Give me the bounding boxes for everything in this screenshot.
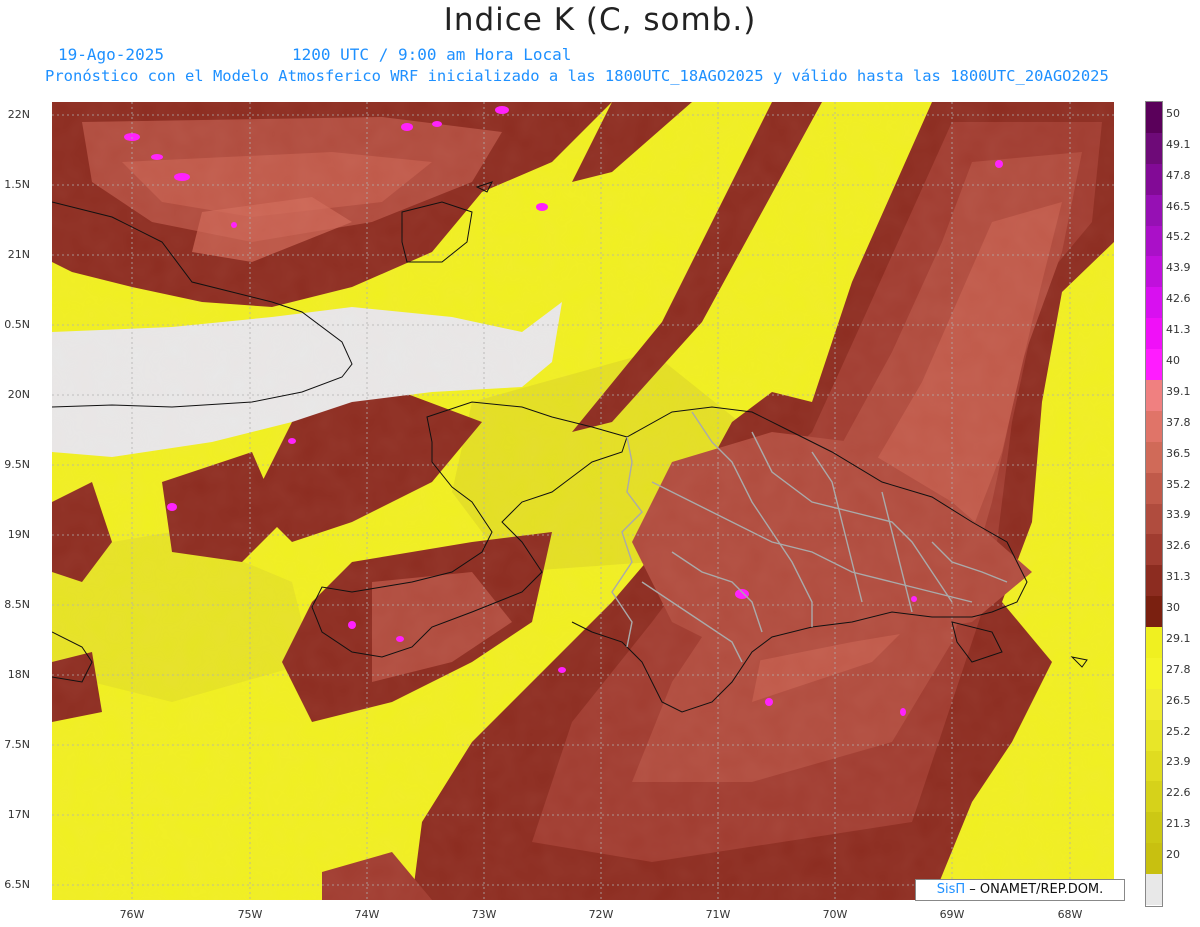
colorbar-label: 27.8 <box>1166 662 1191 676</box>
colorbar-frame <box>1145 101 1163 907</box>
colorbar-label: 40 <box>1166 353 1180 367</box>
lat-label: 7.5N <box>4 738 30 751</box>
colorbar-label: 45.2 <box>1166 230 1191 244</box>
colorbar-label: 39.1 <box>1166 384 1191 398</box>
colorbar-label: 47.8 <box>1166 168 1191 182</box>
lon-label: 71W <box>705 908 731 921</box>
lon-label: 73W <box>471 908 497 921</box>
colorbar-label: 29.1 <box>1166 631 1191 645</box>
colorbar-label: 50 <box>1166 106 1180 120</box>
lon-label: 72W <box>588 908 614 921</box>
lat-label: 19N <box>7 528 30 541</box>
colorbar-label: 25.2 <box>1166 724 1191 738</box>
lat-label: 20N <box>7 388 30 401</box>
lon-label: 69W <box>939 908 965 921</box>
lat-label: 18N <box>7 668 30 681</box>
lat-label: 17N <box>7 808 30 821</box>
colorbar-label: 30 <box>1166 601 1180 615</box>
credit-box: SisΠ – ONAMET/REP.DOM. <box>915 879 1125 901</box>
lat-label: 8.5N <box>4 598 30 611</box>
colorbar-label: 46.5 <box>1166 199 1191 213</box>
colorbar-label: 22.6 <box>1166 786 1191 800</box>
sispi-logo-text: SisΠ <box>936 882 966 897</box>
lon-label: 74W <box>354 908 380 921</box>
lon-label: 70W <box>822 908 848 921</box>
lon-label: 68W <box>1057 908 1083 921</box>
colorbar-label: 42.6 <box>1166 292 1191 306</box>
lat-label: 9.5N <box>4 458 30 471</box>
colorbar-label: 31.3 <box>1166 570 1191 584</box>
colorbar-label: 20 <box>1166 848 1180 862</box>
colorbar-label: 36.5 <box>1166 446 1191 460</box>
lat-label: 21N <box>7 248 30 261</box>
colorbar-label: 41.3 <box>1166 323 1191 337</box>
lat-label: 0.5N <box>4 318 30 331</box>
k-index-map <box>52 102 1114 900</box>
lat-label: 6.5N <box>4 878 30 891</box>
colorbar-label: 35.2 <box>1166 477 1191 491</box>
colorbar-label: 49.1 <box>1166 137 1191 151</box>
lon-label: 75W <box>237 908 263 921</box>
colorbar-label: 43.9 <box>1166 261 1191 275</box>
colorbar-label: 23.9 <box>1166 755 1191 769</box>
colorbar-label: 33.9 <box>1166 508 1191 522</box>
colorbar-label: 37.8 <box>1166 415 1191 429</box>
map-title: Indice K (C, somb.) <box>443 2 757 38</box>
colorbar-label: 26.5 <box>1166 693 1191 707</box>
colorbar-label: 32.6 <box>1166 539 1191 553</box>
onamet-credit: – ONAMET/REP.DOM. <box>969 882 1104 897</box>
forecast-time: 1200 UTC / 9:00 am Hora Local <box>292 45 572 64</box>
forecast-date: 19-Ago-2025 <box>58 45 164 64</box>
lat-label: 1.5N <box>4 178 30 191</box>
colorbar-label: 21.3 <box>1166 817 1191 831</box>
lon-label: 76W <box>119 908 145 921</box>
model-info: Pronóstico con el Modelo Atmosferico WRF… <box>45 67 1109 85</box>
lat-label: 22N <box>7 108 30 121</box>
